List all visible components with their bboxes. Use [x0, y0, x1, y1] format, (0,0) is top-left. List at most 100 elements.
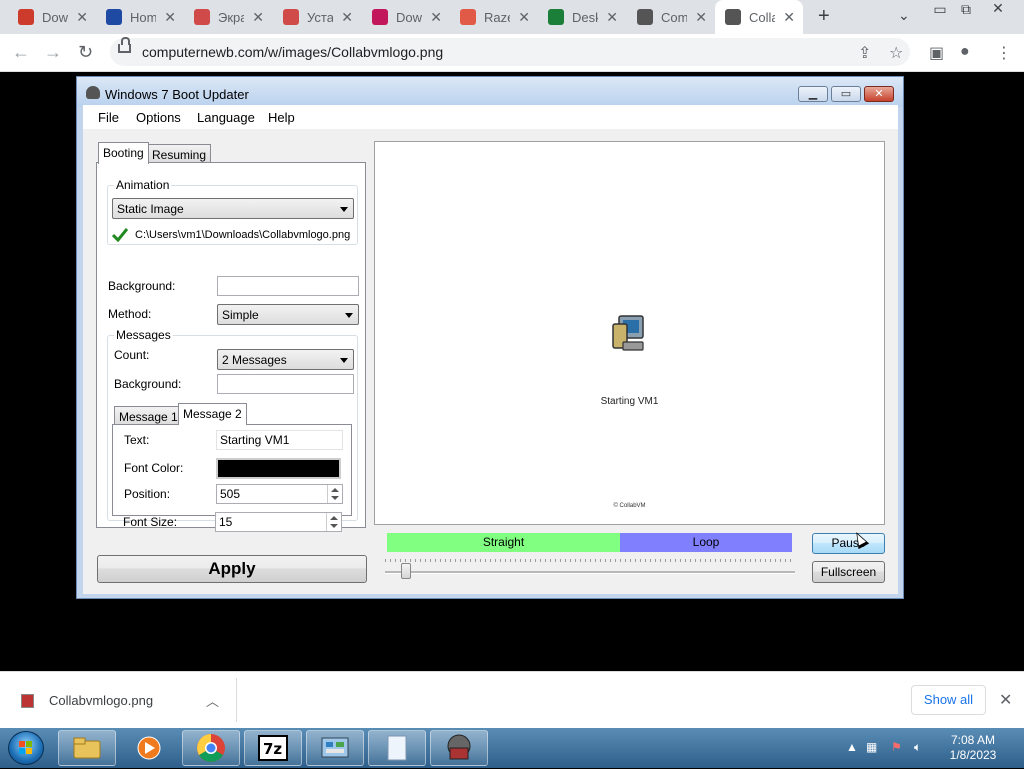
browser-tab-title: Colla: [749, 9, 775, 25]
menu-options[interactable]: Options: [136, 110, 181, 125]
browser-tab[interactable]: Colla ✕: [715, 0, 803, 34]
menu-help[interactable]: Help: [268, 110, 295, 125]
collabvm-logo-icon: [612, 315, 644, 351]
font-color-swatch[interactable]: [216, 458, 341, 479]
show-all-button[interactable]: Show all: [911, 685, 986, 715]
message-count-select[interactable]: 2 Messages: [217, 349, 354, 370]
tab-search-chevron-icon[interactable]: ⌄: [898, 7, 910, 24]
menu-language[interactable]: Language: [197, 110, 255, 125]
method-label: Method:: [108, 307, 152, 321]
reload-icon[interactable]: ↻: [78, 42, 93, 63]
pause-button[interactable]: Pause: [812, 533, 885, 554]
restore-browser-button[interactable]: ⧉: [952, 1, 980, 19]
close-tab-icon[interactable]: ✕: [430, 9, 442, 26]
side-panel-icon[interactable]: ▣: [929, 43, 944, 63]
timeline-slider-track[interactable]: [385, 571, 795, 574]
dropdown-arrow-icon: [340, 207, 348, 212]
control-panel-taskbar-button[interactable]: [306, 730, 364, 766]
sp-icon: [460, 9, 476, 25]
7zip-taskbar-button[interactable]: 7z: [244, 730, 302, 766]
method-select[interactable]: Simple: [217, 304, 359, 325]
notepad-taskbar-button[interactable]: [368, 730, 426, 766]
chrome-taskbar-button[interactable]: [182, 730, 240, 766]
action-center-flag-icon[interactable]: ⚑: [891, 740, 902, 754]
volume-icon[interactable]: 🔈︎: [914, 740, 921, 755]
close-browser-button[interactable]: ✕: [984, 0, 1012, 18]
tab-message-2[interactable]: Message 2: [178, 403, 247, 425]
lock-icon: [118, 37, 131, 53]
new-tab-button[interactable]: +: [818, 5, 830, 28]
browser-tab[interactable]: Raze ✕: [450, 0, 538, 34]
close-download-bar-icon[interactable]: ✕: [999, 690, 1012, 710]
background-field[interactable]: [217, 276, 359, 296]
browser-tab[interactable]: Экра ✕: [184, 0, 272, 34]
chevron-up-icon[interactable]: ︿: [206, 691, 219, 710]
download-filename[interactable]: Collabvmlogo.png: [49, 693, 153, 708]
browser-tab-strip: + ⌄ ▭ ⧉ ✕ Dow✕Hom✕Экра✕Уста✕Dow✕Raze✕Des…: [0, 0, 1024, 34]
animation-path: C:\Users\vm1\Downloads\Collabvmlogo.png: [135, 229, 351, 241]
messages-background-field[interactable]: [217, 374, 354, 394]
back-arrow-icon[interactable]: ←: [12, 42, 30, 63]
show-hidden-icons-chevron-icon[interactable]: ▲: [846, 740, 858, 754]
explorer-taskbar-button[interactable]: [58, 730, 116, 766]
message-2-panel: Text: Starting VM1 Font Color: Position:…: [112, 424, 352, 516]
network-icon[interactable]: ▦: [866, 740, 877, 754]
close-tab-icon[interactable]: ✕: [695, 9, 707, 26]
spinner-arrows-icon[interactable]: [326, 513, 341, 531]
clock-time: 7:08 AM: [950, 733, 996, 747]
maximize-window-button[interactable]: ▭: [831, 86, 861, 102]
browser-tab[interactable]: Dow ✕: [8, 0, 96, 34]
start-button[interactable]: [8, 731, 44, 765]
spinner-arrows-icon[interactable]: [327, 485, 342, 503]
media-player-icon: [137, 736, 161, 760]
share-icon[interactable]: ⇪: [858, 43, 871, 63]
close-tab-icon[interactable]: ✕: [783, 9, 795, 26]
windows-logo-icon: [19, 741, 32, 754]
method-value: Simple: [222, 308, 259, 322]
minimize-browser-button[interactable]: ▭: [926, 1, 954, 19]
browser-tab-title: Hom: [130, 9, 156, 25]
animation-type-value: Static Image: [117, 202, 184, 216]
boot-updater-taskbar-button[interactable]: [430, 730, 488, 766]
position-stepper[interactable]: 505: [216, 484, 343, 504]
close-tab-icon[interactable]: ✕: [76, 9, 88, 26]
svg-text:7z: 7z: [263, 740, 282, 758]
close-tab-icon[interactable]: ✕: [164, 9, 176, 26]
timeline-slider-thumb[interactable]: [401, 563, 411, 579]
tab-message-1[interactable]: Message 1: [114, 406, 183, 426]
message-text-field[interactable]: Starting VM1: [216, 430, 343, 450]
browser-tab[interactable]: Уста ✕: [273, 0, 361, 34]
straight-segment[interactable]: Straight: [387, 533, 620, 552]
close-tab-icon[interactable]: ✕: [518, 9, 530, 26]
apply-button[interactable]: Apply: [97, 555, 367, 583]
loop-segment[interactable]: Loop: [620, 533, 792, 552]
browser-tab[interactable]: Com ✕: [627, 0, 715, 34]
browser-tab[interactable]: Desk ✕: [538, 0, 626, 34]
minimize-window-button[interactable]: ▁: [798, 86, 828, 102]
menu-file[interactable]: File: [98, 110, 119, 125]
background-label: Background:: [108, 279, 176, 293]
close-window-button[interactable]: ✕: [864, 86, 894, 102]
clock-date: 1/8/2023: [949, 748, 997, 762]
close-tab-icon[interactable]: ✕: [341, 9, 353, 26]
browser-tab[interactable]: Dow ✕: [362, 0, 450, 34]
close-tab-icon[interactable]: ✕: [252, 9, 264, 26]
tab-booting[interactable]: Booting: [98, 142, 149, 164]
font-size-stepper[interactable]: 15: [215, 512, 342, 532]
browser-menu-icon[interactable]: ⋮: [996, 43, 1012, 63]
system-clock[interactable]: 7:08 AM 1/8/2023: [940, 733, 1006, 763]
profile-avatar-icon[interactable]: ●: [960, 43, 970, 61]
bookmark-star-icon[interactable]: ☆: [889, 43, 903, 63]
tab-resuming[interactable]: Resuming: [147, 144, 212, 164]
window-title-bar[interactable]: Windows 7 Boot Updater ▁ ▭ ✕: [77, 77, 903, 107]
browser-tab[interactable]: Hom ✕: [96, 0, 184, 34]
fullscreen-button[interactable]: Fullscreen: [812, 561, 885, 583]
forward-arrow-icon[interactable]: →: [44, 42, 62, 63]
media-player-taskbar-button[interactable]: [120, 730, 178, 766]
animation-type-select[interactable]: Static Image: [112, 198, 354, 219]
address-bar[interactable]: computernewb.com/w/images/Collabvmlogo.p…: [110, 37, 910, 66]
close-tab-icon[interactable]: ✕: [606, 9, 618, 26]
collabvm-icon: [637, 9, 653, 25]
url-text[interactable]: computernewb.com/w/images/Collabvmlogo.p…: [142, 44, 443, 60]
slider-ticks: [385, 559, 795, 562]
